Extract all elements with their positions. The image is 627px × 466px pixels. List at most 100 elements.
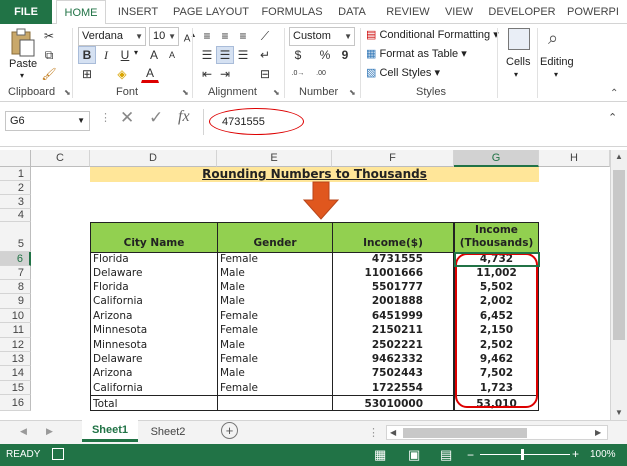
table-header-cell[interactable]: Income($) [332, 222, 454, 253]
align-center-icon[interactable]: ☰ [216, 46, 234, 64]
paste-icon[interactable] [8, 28, 36, 58]
number-launcher-icon[interactable]: ⬊ [349, 88, 356, 97]
column-header-f[interactable]: F [332, 150, 454, 167]
table-cell[interactable]: Delaware [90, 352, 218, 366]
increase-decimal-icon[interactable]: .0→ [289, 65, 307, 83]
alignment-launcher-icon[interactable]: ⬊ [273, 88, 280, 97]
paste-button[interactable]: Paste [9, 58, 37, 70]
row-header[interactable]: 12 [0, 338, 31, 352]
row-header[interactable]: 11 [0, 323, 31, 338]
table-cell[interactable]: Male [217, 280, 333, 294]
total-row-cell[interactable] [217, 395, 333, 411]
bold-button[interactable]: B [78, 46, 96, 64]
table-cell[interactable]: Minnesota [90, 338, 218, 352]
editing-dropdown-icon[interactable]: ▾ [554, 70, 558, 79]
font-size-select[interactable]: 10 ▼ [149, 27, 179, 46]
table-cell[interactable]: California [90, 381, 218, 395]
align-middle-icon[interactable]: ≡ [216, 27, 234, 45]
number-format-select[interactable]: Custom ▼ [289, 27, 355, 46]
format-painter-icon[interactable]: 🖌 [40, 65, 58, 83]
cells-dropdown-icon[interactable]: ▾ [514, 70, 518, 79]
table-cell[interactable]: 2001888 [332, 294, 454, 309]
enter-icon[interactable]: ✓ [149, 108, 163, 128]
normal-view-icon[interactable]: ▦ [374, 447, 386, 463]
cancel-icon[interactable]: ✕ [120, 108, 134, 128]
row-header[interactable]: 8 [0, 280, 31, 294]
page-layout-view-icon[interactable]: ▣ [408, 447, 420, 463]
table-cell[interactable]: Female [217, 252, 333, 266]
cells-button[interactable]: Cells [506, 56, 530, 68]
scroll-sheets-left-icon[interactable]: ◀ [20, 426, 27, 437]
italic-button[interactable]: I [97, 46, 115, 64]
row-header[interactable]: 7 [0, 266, 31, 280]
editing-button[interactable]: Editing [540, 56, 574, 68]
orientation-icon[interactable]: ⟋ [256, 27, 274, 45]
table-cell[interactable]: Delaware [90, 266, 218, 280]
column-header-g[interactable]: G [454, 150, 539, 167]
borders-icon[interactable]: ⊞ [78, 65, 96, 83]
vertical-scroll-thumb[interactable] [613, 170, 625, 340]
table-cell[interactable]: 5501777 [332, 280, 454, 294]
table-cell[interactable]: 4731555 [332, 252, 454, 266]
comma-style-button[interactable]: 9 [336, 46, 354, 64]
column-header-h[interactable]: H [539, 150, 610, 167]
table-cell[interactable]: Male [217, 266, 333, 280]
align-top-icon[interactable]: ≡ [198, 27, 216, 45]
row-header[interactable]: 5 [0, 222, 31, 252]
row-header[interactable]: 6 [0, 252, 31, 266]
page-break-view-icon[interactable]: ▤ [440, 447, 452, 463]
row-header[interactable]: 1 [0, 167, 31, 181]
zoom-in-icon[interactable]: + [572, 447, 579, 461]
tab-formulas[interactable]: FORMULAS [258, 0, 326, 24]
cut-icon[interactable]: ✂ [40, 27, 58, 45]
table-cell[interactable]: 2502221 [332, 338, 454, 352]
row-header[interactable]: 3 [0, 195, 31, 209]
tab-page-layout[interactable]: PAGE LAYOUT [170, 0, 252, 24]
column-header-e[interactable]: E [217, 150, 332, 167]
sheet-tab-sheet1[interactable]: Sheet1 [82, 420, 138, 442]
name-box[interactable]: G6 ▼ [5, 111, 90, 131]
tab-split-handle[interactable]: ⋮ [368, 426, 379, 439]
table-cell[interactable]: Arizona [90, 309, 218, 323]
underline-dropdown-icon[interactable]: ▾ [134, 48, 138, 57]
table-header-cell[interactable]: Income (Thousands) [454, 222, 539, 253]
align-left-icon[interactable]: ☰ [198, 46, 216, 64]
table-header-cell[interactable]: Gender [217, 222, 333, 253]
table-cell[interactable]: Male [217, 366, 333, 381]
decrease-decimal-icon[interactable]: .00 [312, 65, 330, 83]
accounting-format-button[interactable]: $ [289, 46, 307, 64]
collapse-ribbon-icon[interactable]: ⌃ [610, 88, 618, 99]
zoom-out-icon[interactable]: − [467, 448, 474, 462]
sheet-title[interactable]: Rounding Numbers to Thousands [90, 167, 539, 182]
tab-developer[interactable]: DEVELOPER [486, 0, 558, 24]
row-header[interactable]: 4 [0, 209, 31, 222]
table-cell[interactable]: 6451999 [332, 309, 454, 323]
row-header[interactable]: 16 [0, 395, 31, 411]
scroll-up-icon[interactable]: ▲ [615, 152, 623, 161]
worksheet-grid[interactable]: C D E F G H 1 2 3 4 5 6 7 8 9 10 11 12 13 14 15 16 Roun… [0, 150, 610, 412]
table-cell[interactable]: Female [217, 323, 333, 338]
table-header-cell[interactable]: City Name [90, 222, 218, 253]
row-header[interactable]: 15 [0, 381, 31, 395]
table-cell[interactable]: Florida [90, 252, 218, 266]
expand-formula-bar-icon[interactable]: ⌃ [608, 111, 617, 124]
row-header[interactable]: 13 [0, 352, 31, 366]
macro-record-icon[interactable] [52, 448, 64, 460]
align-right-icon[interactable]: ☰ [234, 46, 252, 64]
table-cell[interactable]: Female [217, 381, 333, 395]
fill-color-icon[interactable]: ◈ [113, 65, 131, 83]
zoom-slider-thumb[interactable] [521, 449, 524, 460]
merge-center-icon[interactable]: ⊟ [256, 65, 274, 83]
table-cell[interactable]: Female [217, 352, 333, 366]
row-header[interactable]: 10 [0, 309, 31, 323]
tab-data[interactable]: DATA [333, 0, 371, 24]
underline-button[interactable]: U [116, 46, 134, 64]
new-sheet-icon[interactable]: + [221, 422, 238, 439]
table-cell[interactable]: 7502443 [332, 366, 454, 381]
table-cell[interactable]: 1722554 [332, 381, 454, 395]
scroll-left-icon[interactable]: ◀ [390, 428, 396, 437]
increase-font-size-icon[interactable]: A [145, 46, 163, 64]
wrap-text-icon[interactable]: ↵ [256, 46, 274, 64]
column-header-c[interactable]: C [31, 150, 90, 167]
select-all-corner[interactable] [0, 150, 31, 167]
